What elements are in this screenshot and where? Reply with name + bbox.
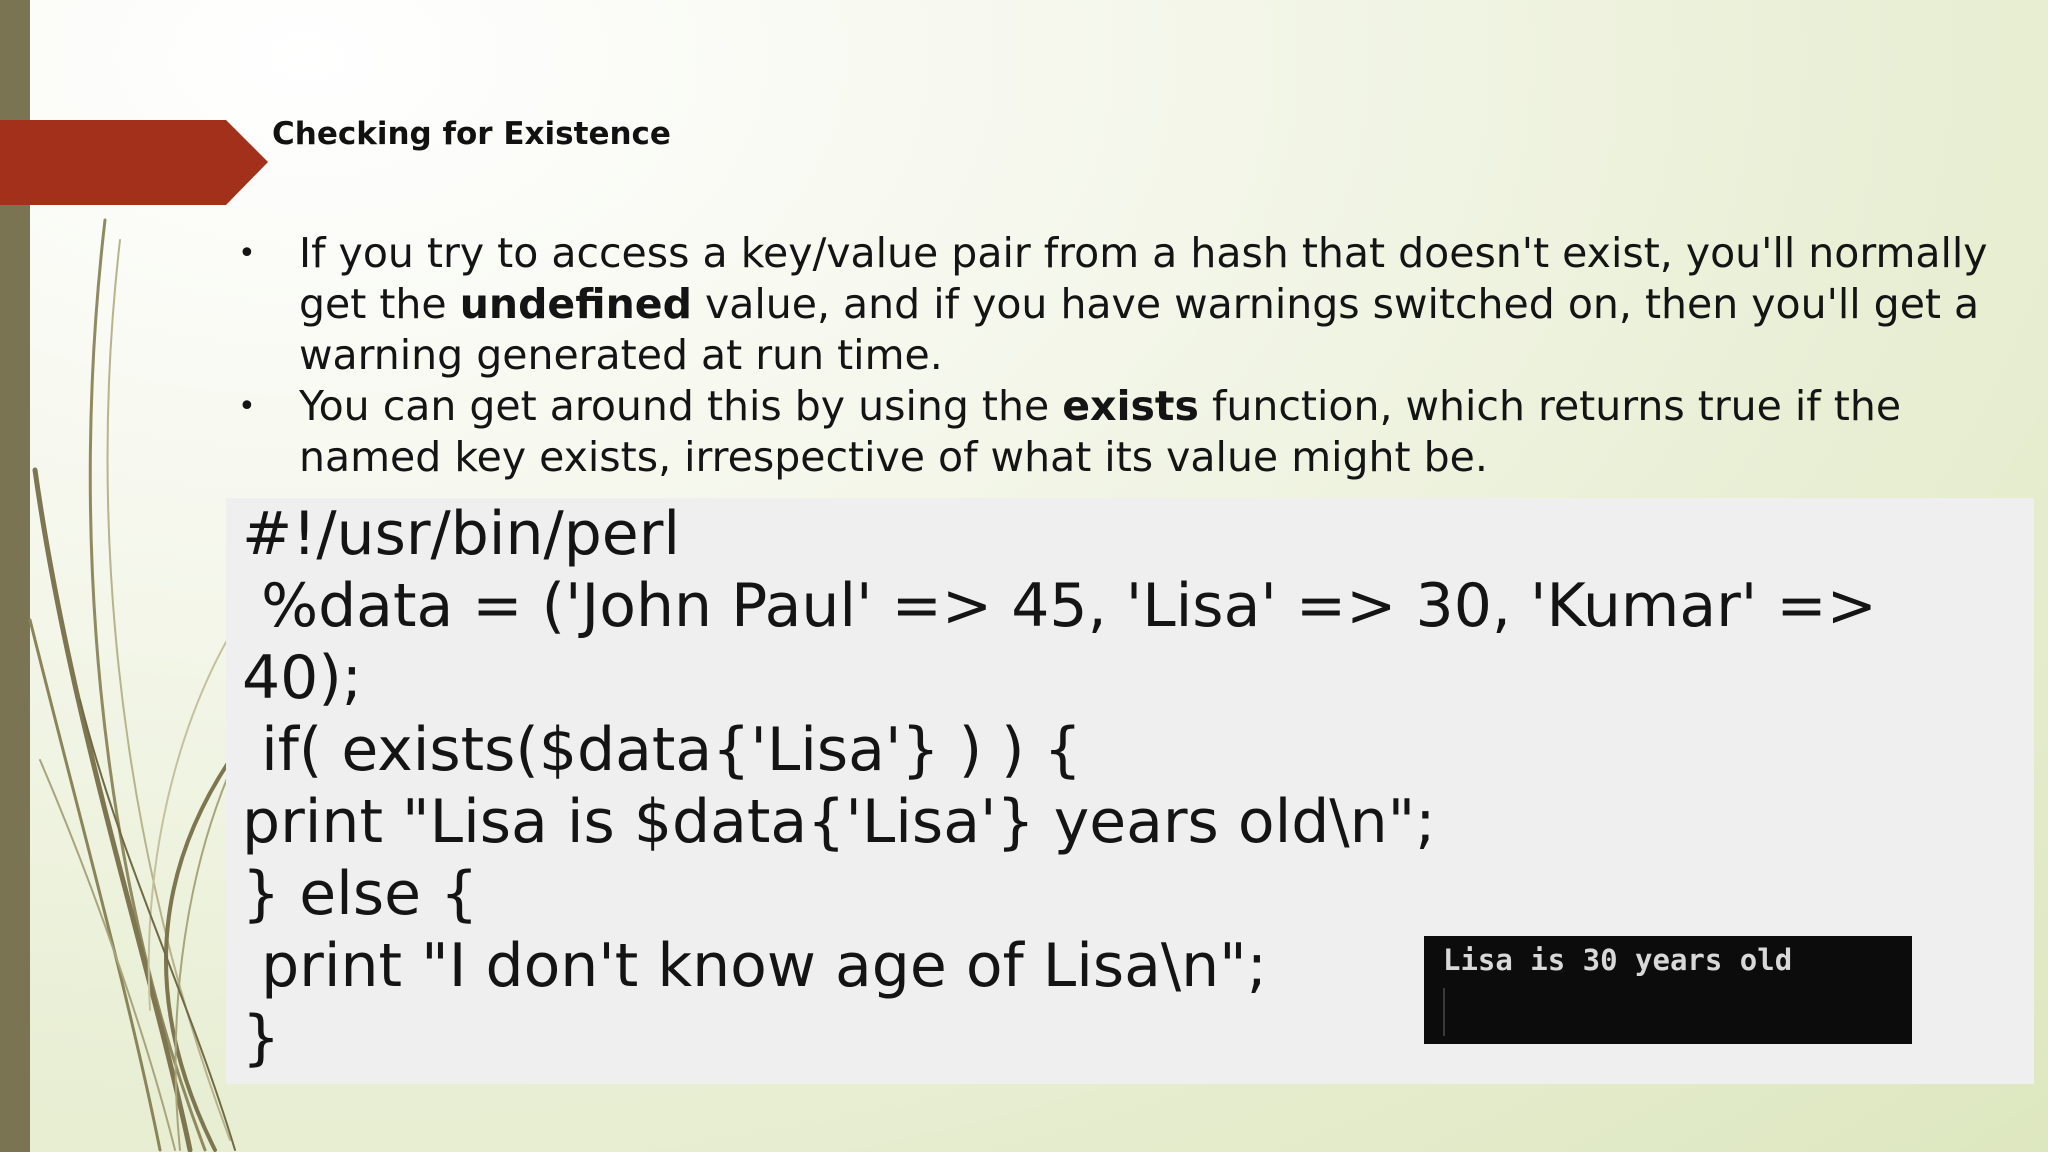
code-line: print "I don't know age of Lisa\n"; (242, 931, 1267, 1001)
terminal-output-text: Lisa is 30 years old (1443, 943, 1793, 977)
bullet-list: • If you try to access a key/value pair … (232, 228, 2022, 483)
bullet-dot-icon: • (238, 389, 256, 424)
code-line: #!/usr/bin/perl (242, 499, 681, 569)
code-line: %data = ('John Paul' => 45, 'Lisa' => 30… (242, 571, 1877, 641)
terminal-output-window: Lisa is 30 years old (1424, 936, 1912, 1044)
title-arrow-shape (0, 120, 268, 205)
code-line: print "Lisa is $data{'Lisa'} years old\n… (242, 787, 1436, 857)
terminal-cursor (1443, 988, 1445, 1036)
slide-title: Checking for Existence (272, 116, 671, 152)
bullet-item: • You can get around this by using the e… (232, 381, 2022, 483)
code-line: if( exists($data{'Lisa'} ) ) { (242, 715, 1082, 785)
code-line: } (242, 1003, 281, 1073)
bullet-text: If you try to access a key/value pair fr… (299, 229, 1988, 379)
code-line: 40); (242, 643, 362, 713)
bullet-keyword: exists (1062, 382, 1199, 430)
code-line: } else { (242, 859, 479, 929)
bullet-text-part: You can get around this by using the (299, 382, 1063, 430)
bullet-keyword: undefined (459, 280, 692, 328)
title-arrow-fill (0, 120, 268, 205)
bullet-item: • If you try to access a key/value pair … (232, 228, 2022, 381)
bullet-text: You can get around this by using the exi… (299, 382, 1901, 481)
bullet-dot-icon: • (238, 236, 256, 271)
